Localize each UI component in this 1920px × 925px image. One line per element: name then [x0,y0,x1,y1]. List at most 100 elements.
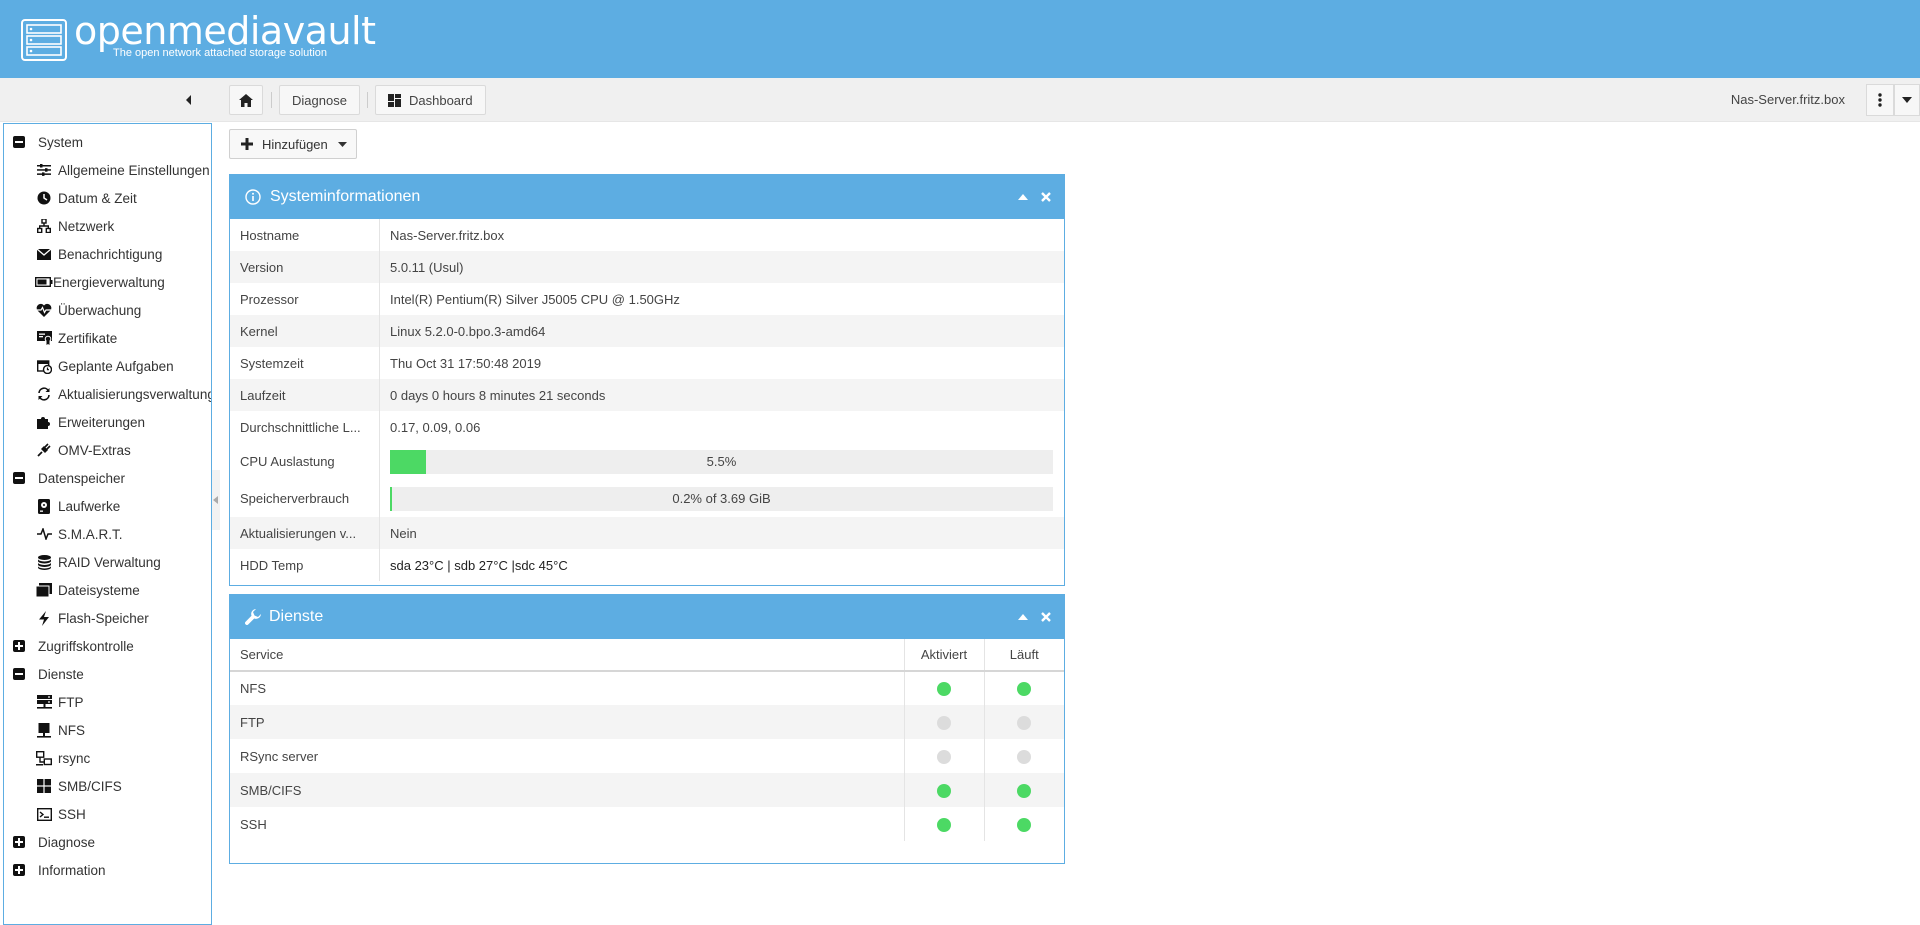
info-value: Intel(R) Pentium(R) Silver J5005 CPU @ 1… [390,291,680,307]
collapse-panel-button[interactable] [1015,189,1031,205]
system-info-table: Hostname Nas-Server.fritz.box Version 5.… [230,219,1064,581]
nav-item-power-management[interactable]: Energieverwaltung [35,270,165,294]
info-value: 0.17, 0.09, 0.06 [390,419,481,435]
nav-item-notification[interactable]: Benachrichtigung [36,242,162,266]
nav-item-smart[interactable]: S.M.A.R.T. [36,522,123,546]
panel-title: Systeminformationen [270,188,421,205]
nav-item-rsync[interactable]: rsync [36,746,90,770]
nav-item-update-management[interactable]: Aktualisierungsverwaltung [36,382,212,406]
wrench-icon [245,609,261,625]
column-header-enabled[interactable]: Aktiviert [903,639,984,672]
nav-item-label: Energieverwaltung [53,274,165,290]
info-row-cpu-usage: CPU Auslastung 5.5% [230,443,1064,480]
nav-item-smb-cifs[interactable]: SMB/CIFS [36,774,122,798]
logo-text: openmediavault [74,9,376,53]
caret-up-icon [1018,194,1028,200]
nav-item-date-time[interactable]: Datum & Zeit [36,186,137,210]
nav-item-nfs[interactable]: NFS [36,718,85,742]
nav-item-filesystems[interactable]: Dateisysteme [36,578,140,602]
refresh-icon [36,386,52,402]
info-key: Prozessor [230,283,380,315]
services-table-body: NFS FTP RSync server SMB/CIFS SSH [230,671,1064,841]
nav-item-label: Geplante Aufgaben [58,358,174,374]
breadcrumb-separator [367,92,368,108]
nav-item-ssh[interactable]: SSH [36,802,86,826]
table-row[interactable]: SMB/CIFS [230,773,1064,807]
folders-icon [36,582,52,598]
collapse-panel-button[interactable] [1015,609,1031,625]
nav-group-label: Diagnose [38,834,96,850]
nav-item-raid-management[interactable]: RAID Verwaltung [36,550,161,574]
service-name: SSH [240,816,267,832]
table-row[interactable]: FTP [230,705,1064,739]
breadcrumb-dashboard[interactable]: Dashboard [375,85,486,115]
menu-dropdown-button[interactable] [1894,84,1920,116]
nav-item-ftp[interactable]: FTP [36,690,84,714]
running-status-dot [1017,682,1032,697]
info-row-system-time: Systemzeit Thu Oct 31 17:50:48 2019 [230,347,1064,379]
collapse-icon [13,136,25,148]
nav-item-label: Flash-Speicher [58,610,149,626]
app-header: openmediavault The open network attached… [0,0,1920,78]
column-header-service[interactable]: Service [230,639,904,672]
logo-icon [21,19,67,61]
nav-group-diagnose[interactable]: Diagnose [4,830,95,854]
hostname-label: Nas-Server.fritz.box [1730,92,1845,107]
nav-item-disks[interactable]: Laufwerke [36,494,120,518]
network-icon [36,218,52,234]
info-key: Durchschnittliche L... [230,411,380,443]
info-value: Nein [390,525,417,541]
info-value: 0.2% of 3.69 GiB [380,480,1064,517]
nav-group-information[interactable]: Information [4,858,106,882]
close-panel-button[interactable] [1038,189,1054,205]
nav-item-monitoring[interactable]: Überwachung [36,298,141,322]
enabled-cell [903,739,984,773]
nav-item-general-settings[interactable]: Allgemeine Einstellungen [36,158,210,182]
info-row-memory-usage: Speicherverbrauch 0.2% of 3.69 GiB [230,480,1064,517]
nav-item-network[interactable]: Netzwerk [36,214,114,238]
table-row[interactable]: NFS [230,671,1064,705]
nav-group-storage[interactable]: Datenspeicher [4,466,125,490]
navigation-sidebar: System Allgemeine Einstellungen Datum & … [3,123,212,925]
enabled-cell [903,807,984,841]
nav-item-label: RAID Verwaltung [58,554,161,570]
info-value: 0 days 0 hours 8 minutes 21 seconds [390,387,606,403]
breadcrumb-diagnose[interactable]: Diagnose [279,85,360,115]
table-row[interactable]: RSync server [230,739,1064,773]
nav-group-label: Datenspeicher [38,470,126,486]
collapse-sidebar-button[interactable] [180,91,198,109]
nav-item-label: NFS [58,722,85,738]
more-menu-button[interactable] [1866,84,1894,116]
sidebar-splitter[interactable] [212,470,220,530]
cpu-usage-label: 5.5% [706,454,737,469]
sync-computers-icon [36,750,52,766]
close-panel-button[interactable] [1038,609,1054,625]
clock-icon [36,190,52,206]
nav-group-services[interactable]: Dienste [4,662,84,686]
close-icon [1041,612,1051,622]
add-widget-button[interactable]: Hinzufügen [229,129,357,159]
home-icon [239,93,253,107]
panel-title: Dienste [269,608,324,625]
nav-item-label: rsync [58,750,91,766]
close-icon [1041,192,1051,202]
nav-group-access-control[interactable]: Zugriffskontrolle [4,634,134,658]
service-name: NFS [240,681,266,696]
nav-item-certificates[interactable]: Zertifikate [36,326,117,350]
nav-group-system[interactable]: System [4,130,83,154]
nav-group-label: System [38,134,84,150]
table-row[interactable]: SSH [230,807,1064,841]
info-value: Thu Oct 31 17:50:48 2019 [390,355,542,371]
nav-item-scheduled-jobs[interactable]: Geplante Aufgaben [36,354,174,378]
nav-group-label: Information [38,862,106,878]
nav-item-omv-extras[interactable]: OMV-Extras [36,438,131,462]
nav-item-plugins[interactable]: Erweiterungen [36,410,145,434]
column-header-running[interactable]: Läuft [983,639,1064,672]
nav-item-label: Netzwerk [58,218,115,234]
nav-item-flash-memory[interactable]: Flash-Speicher [36,606,149,630]
breadcrumb-home[interactable] [229,85,263,115]
enabled-status-dot [937,817,951,832]
panel-header: Systeminformationen [230,175,1064,219]
puzzle-icon [36,414,52,430]
nav-item-label: Aktualisierungsverwaltung [58,386,212,402]
